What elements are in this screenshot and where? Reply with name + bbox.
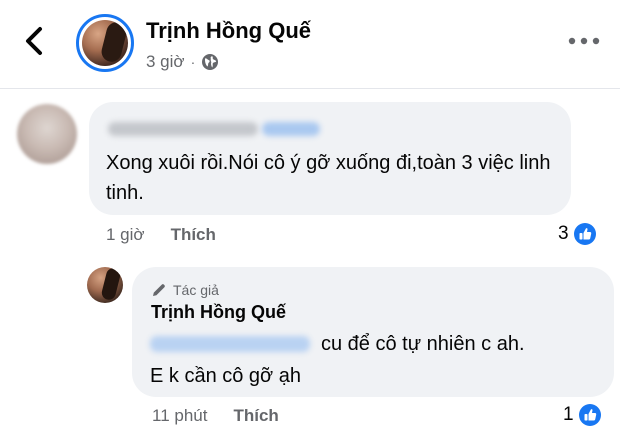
redacted-mention [150,336,310,352]
commenter-avatar[interactable] [17,104,77,164]
reply-time[interactable]: 11 phút [152,406,207,426]
redacted-commenter-name [108,122,258,136]
profile-photo [82,20,128,66]
profile-name[interactable]: Trịnh Hồng Quế [146,18,311,44]
globe-icon [202,54,219,70]
post-meta: 3 giờ · [146,52,219,72]
pencil-icon [153,284,165,296]
more-dots-icon [568,37,600,45]
reply-text-line2: E k cần cô gỡ ạh [150,365,301,387]
comment-reaction-count: 3 [558,223,569,244]
reply-author-name[interactable]: Trịnh Hồng Quế [151,302,286,323]
comment-reactions[interactable]: 3 [558,221,596,247]
back-button[interactable] [18,24,52,58]
meta-separator: · [190,54,196,70]
chevron-left-icon [26,27,42,55]
reply-actions: 11 phút Thích [152,404,279,428]
profile-avatar[interactable] [76,14,134,72]
more-options-button[interactable] [566,30,602,52]
comment-time[interactable]: 1 giờ [106,225,145,245]
like-reaction-icon [578,404,601,426]
reply-reactions[interactable]: 1 [563,402,601,428]
reply-reaction-count: 1 [563,404,574,425]
redacted-commenter-tag [262,122,320,136]
author-badge-label: Tác giả [173,282,219,298]
comment-text: Xong xuôi rồi.Nói cô ý gỡ xuống đi,toàn … [106,152,551,204]
header-divider [0,88,620,89]
author-badge: Tác giả [151,281,219,299]
reply-text-line1: cu để cô tự nhiên c ah. [321,333,525,355]
reply-like-button[interactable]: Thích [233,406,278,426]
like-reaction-icon [573,223,596,245]
post-header: Trịnh Hồng Quế 3 giờ · [0,0,620,88]
reply-author-avatar[interactable] [87,267,123,303]
post-time[interactable]: 3 giờ [146,52,185,72]
comment-like-button[interactable]: Thích [171,225,216,245]
comment-actions: 1 giờ Thích [106,223,216,247]
